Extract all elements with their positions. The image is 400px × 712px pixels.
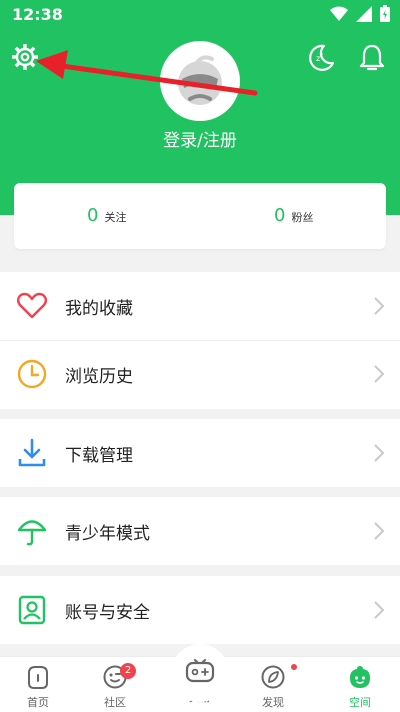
tab-home[interactable]: 首页 <box>8 663 68 710</box>
following-count: 0 <box>87 205 99 226</box>
menu-item-account-security[interactable]: 账号与安全 <box>0 576 400 644</box>
community-badge: 2 <box>120 663 136 679</box>
discover-dot <box>291 664 297 670</box>
chevron-right-icon <box>374 297 385 315</box>
chevron-right-icon <box>374 444 385 462</box>
fans-label: 粉丝 <box>291 211 314 224</box>
heart-icon <box>17 292 47 319</box>
discover-icon <box>261 665 285 689</box>
tab-label: 空间 <box>349 696 371 709</box>
gamepad-icon <box>185 659 215 683</box>
system-icons <box>330 5 390 22</box>
signal-icon <box>356 5 372 22</box>
tab-label: 首页 <box>27 696 49 709</box>
login-register-link[interactable]: 登录/注册 <box>0 126 400 151</box>
menu-group-download: 下载管理 <box>0 419 400 487</box>
account-icon <box>18 595 46 625</box>
notification-bell-icon[interactable] <box>356 42 388 74</box>
space-icon <box>350 666 370 688</box>
fans-count: 0 <box>274 205 286 226</box>
tab-community[interactable]: 社区 <box>85 663 145 710</box>
menu-item-favorites[interactable]: 我的收藏 <box>0 272 400 341</box>
menu-item-history[interactable]: 浏览历史 <box>0 340 400 408</box>
settings-gear-icon[interactable] <box>10 42 40 72</box>
menu-item-label: 下载管理 <box>65 445 133 466</box>
menu-group-collection: 我的收藏 浏览历史 <box>0 272 400 409</box>
clock-icon <box>17 359 47 389</box>
menu-item-label: 账号与安全 <box>65 602 150 623</box>
battery-icon <box>380 5 390 22</box>
menu-item-downloads[interactable]: 下载管理 <box>0 419 400 487</box>
svg-text:z: z <box>320 52 323 59</box>
chevron-right-icon <box>374 601 385 619</box>
tab-games[interactable] <box>171 644 229 702</box>
chevron-right-icon <box>374 365 385 383</box>
fans-stat[interactable]: 0 粉丝 <box>274 205 313 226</box>
following-stat[interactable]: 0 关注 <box>87 205 126 226</box>
menu-item-teen-mode[interactable]: 青少年模式 <box>0 497 400 565</box>
tab-discover[interactable]: 发现 <box>243 663 303 710</box>
status-bar: 12:38 <box>0 0 400 28</box>
menu-item-label: 我的收藏 <box>65 298 133 319</box>
download-icon <box>18 438 46 467</box>
menu-group-account: 账号与安全 <box>0 576 400 644</box>
status-time: 12:38 <box>12 5 63 24</box>
wifi-icon <box>330 6 348 21</box>
tab-label: 发现 <box>262 696 284 709</box>
menu-item-label: 青少年模式 <box>65 523 150 544</box>
tab-space[interactable]: 空间 <box>330 663 390 710</box>
stats-card: 0 关注 0 粉丝 <box>14 183 386 249</box>
following-label: 关注 <box>104 211 127 224</box>
default-avatar-icon <box>178 55 222 105</box>
menu-group-teen: 青少年模式 <box>0 497 400 565</box>
chevron-right-icon <box>374 522 385 540</box>
night-mode-icon[interactable]: z z <box>305 42 337 74</box>
home-icon <box>28 666 48 689</box>
menu-item-label: 浏览历史 <box>65 366 133 387</box>
umbrella-icon <box>17 520 47 546</box>
tab-label: 社区 <box>104 696 126 709</box>
avatar[interactable] <box>160 41 240 121</box>
